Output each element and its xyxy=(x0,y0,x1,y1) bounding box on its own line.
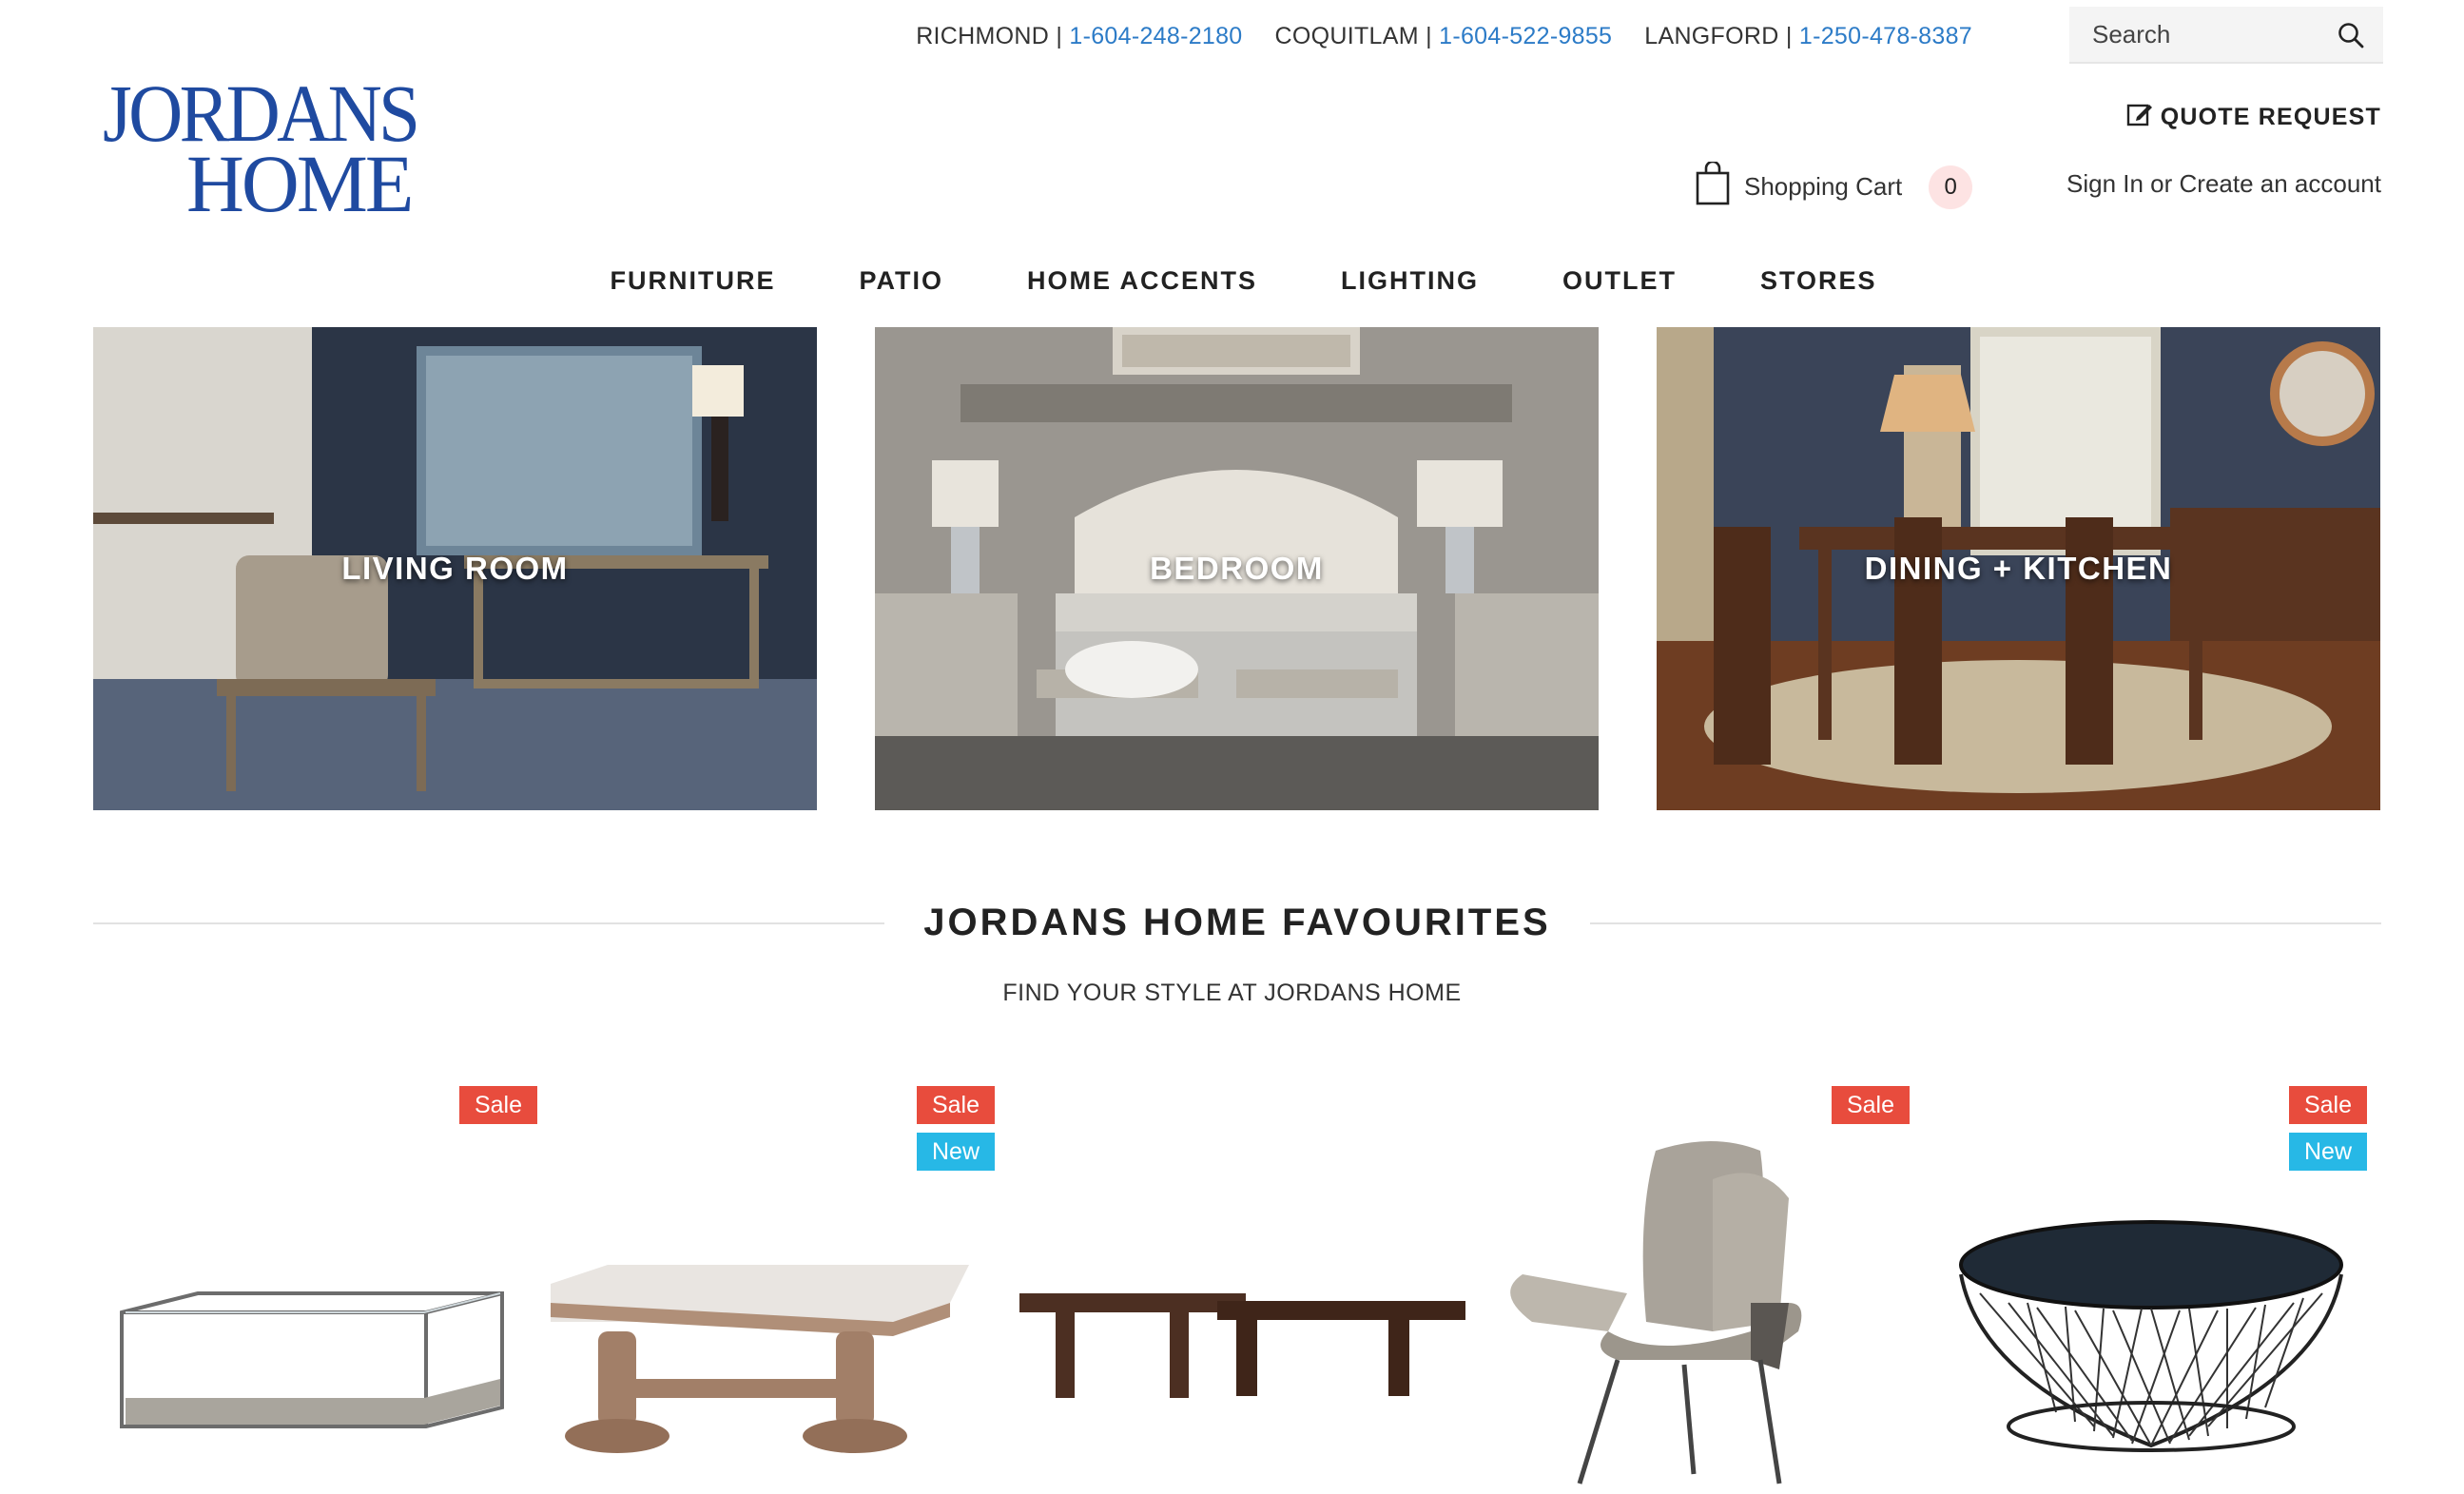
product-grid: Sale Sale New Sale Sale New xyxy=(93,1084,2381,1494)
category-label-living-room: LIVING ROOM xyxy=(341,551,569,586)
quote-request-link[interactable]: QUOTE REQUEST xyxy=(2126,101,2381,134)
category-tile-living-room[interactable]: LIVING ROOM xyxy=(93,327,817,810)
category-label-dining-kitchen: DINING + KITCHEN xyxy=(1864,551,2173,586)
category-tile-dining-kitchen[interactable]: DINING + KITCHEN xyxy=(1657,327,2380,810)
store-richmond: RICHMOND | 1-604-248-2180 xyxy=(916,22,1243,49)
nav-lighting[interactable]: LIGHTING xyxy=(1341,266,1479,296)
search-input[interactable] xyxy=(2069,19,2317,49)
quote-request-label: QUOTE REQUEST xyxy=(2160,104,2381,130)
sale-badge: Sale xyxy=(459,1086,537,1124)
product-card[interactable]: Sale New xyxy=(1923,1084,2380,1494)
wood-nesting-coffee-table-icon xyxy=(1019,1293,1465,1398)
edit-icon xyxy=(2126,101,2153,134)
product-card[interactable]: Sale New xyxy=(551,1084,1008,1494)
phone-link-coquitlam[interactable]: 1-604-522-9855 xyxy=(1439,23,1612,49)
nav-furniture[interactable]: FURNITURE xyxy=(610,266,775,296)
category-label-bedroom: BEDROOM xyxy=(1150,551,1324,586)
shopping-bag-icon xyxy=(1695,160,1731,212)
cart-count-badge: 0 xyxy=(1929,165,1973,209)
main-nav: FURNITURE PATIO HOME ACCENTS LIGHTING OU… xyxy=(0,266,2464,296)
sale-badge: Sale xyxy=(917,1086,995,1124)
nav-outlet[interactable]: OUTLET xyxy=(1562,266,1677,296)
shopping-cart-link[interactable]: Shopping Cart 0 xyxy=(1695,160,1973,212)
search-icon[interactable] xyxy=(2334,18,2368,52)
store-coquitlam: COQUITLAM | 1-604-522-9855 xyxy=(1274,22,1613,49)
favourites-title: JORDANS HOME FAVOURITES xyxy=(923,902,1551,943)
product-card[interactable]: Sale xyxy=(93,1084,551,1494)
nav-patio[interactable]: PATIO xyxy=(859,266,943,296)
search-box xyxy=(2069,7,2383,64)
logo-line-2: HOME xyxy=(186,138,414,229)
sale-badge: Sale xyxy=(1832,1086,1910,1124)
category-tiles: LIVING ROOM BEDROOM DINING + KITCHEN xyxy=(93,327,2381,810)
favourites-subtitle: FIND YOUR STYLE AT JORDANS HOME xyxy=(1002,980,1462,1006)
site-logo[interactable]: JORDANS HOME xyxy=(103,72,443,224)
product-card[interactable] xyxy=(1008,1084,1465,1494)
phone-link-richmond[interactable]: 1-604-248-2180 xyxy=(1069,23,1242,49)
store-contacts: RICHMOND | 1-604-248-2180 COQUITLAM | 1-… xyxy=(916,19,1972,53)
nav-home-accents[interactable]: HOME ACCENTS xyxy=(1027,266,1257,296)
store-langford: LANGFORD | 1-250-478-8387 xyxy=(1644,22,1972,49)
product-card[interactable]: Sale xyxy=(1465,1084,1923,1494)
top-bar: RICHMOND | 1-604-248-2180 COQUITLAM | 1-… xyxy=(0,0,2464,67)
marble-trestle-coffee-table-icon xyxy=(551,1265,969,1453)
phone-link-langford[interactable]: 1-250-478-8387 xyxy=(1799,23,1972,49)
account-link[interactable]: Sign In or Create an account xyxy=(2066,169,2381,199)
sale-badge: Sale xyxy=(2289,1086,2367,1124)
shopping-cart-label: Shopping Cart xyxy=(1744,172,1903,201)
glass-coffee-table-icon xyxy=(120,1291,504,1428)
favourites-heading: JORDANS HOME FAVOURITES xyxy=(93,894,2381,951)
wire-drum-coffee-table-icon xyxy=(1959,1220,2343,1452)
nav-stores[interactable]: STORES xyxy=(1760,266,1877,296)
category-tile-bedroom[interactable]: BEDROOM xyxy=(875,327,1599,810)
wingback-lounge-chair-icon xyxy=(1510,1141,1802,1484)
